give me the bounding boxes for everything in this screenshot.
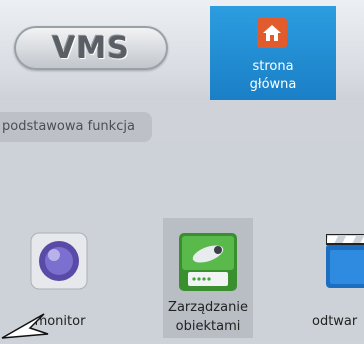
- device-management-icon[interactable]: [178, 232, 238, 292]
- section-header: podstawowa funkcja: [0, 112, 152, 142]
- logo-text: VMS: [52, 30, 130, 66]
- tab-home-label: strona główna: [249, 59, 297, 92]
- playback-label[interactable]: odtwar: [312, 312, 364, 331]
- top-bar: VMS strona główna: [0, 0, 364, 100]
- camera-lens-icon[interactable]: [30, 232, 88, 290]
- object-management-label[interactable]: Zarządzanie obiektami: [160, 298, 256, 336]
- clapperboard-icon[interactable]: [326, 234, 364, 290]
- cursor-icon: [0, 312, 52, 344]
- vms-logo: VMS: [14, 26, 168, 70]
- tab-home[interactable]: strona główna: [210, 6, 336, 100]
- home-icon: [257, 18, 287, 48]
- section-title: podstawowa funkcja: [2, 119, 135, 134]
